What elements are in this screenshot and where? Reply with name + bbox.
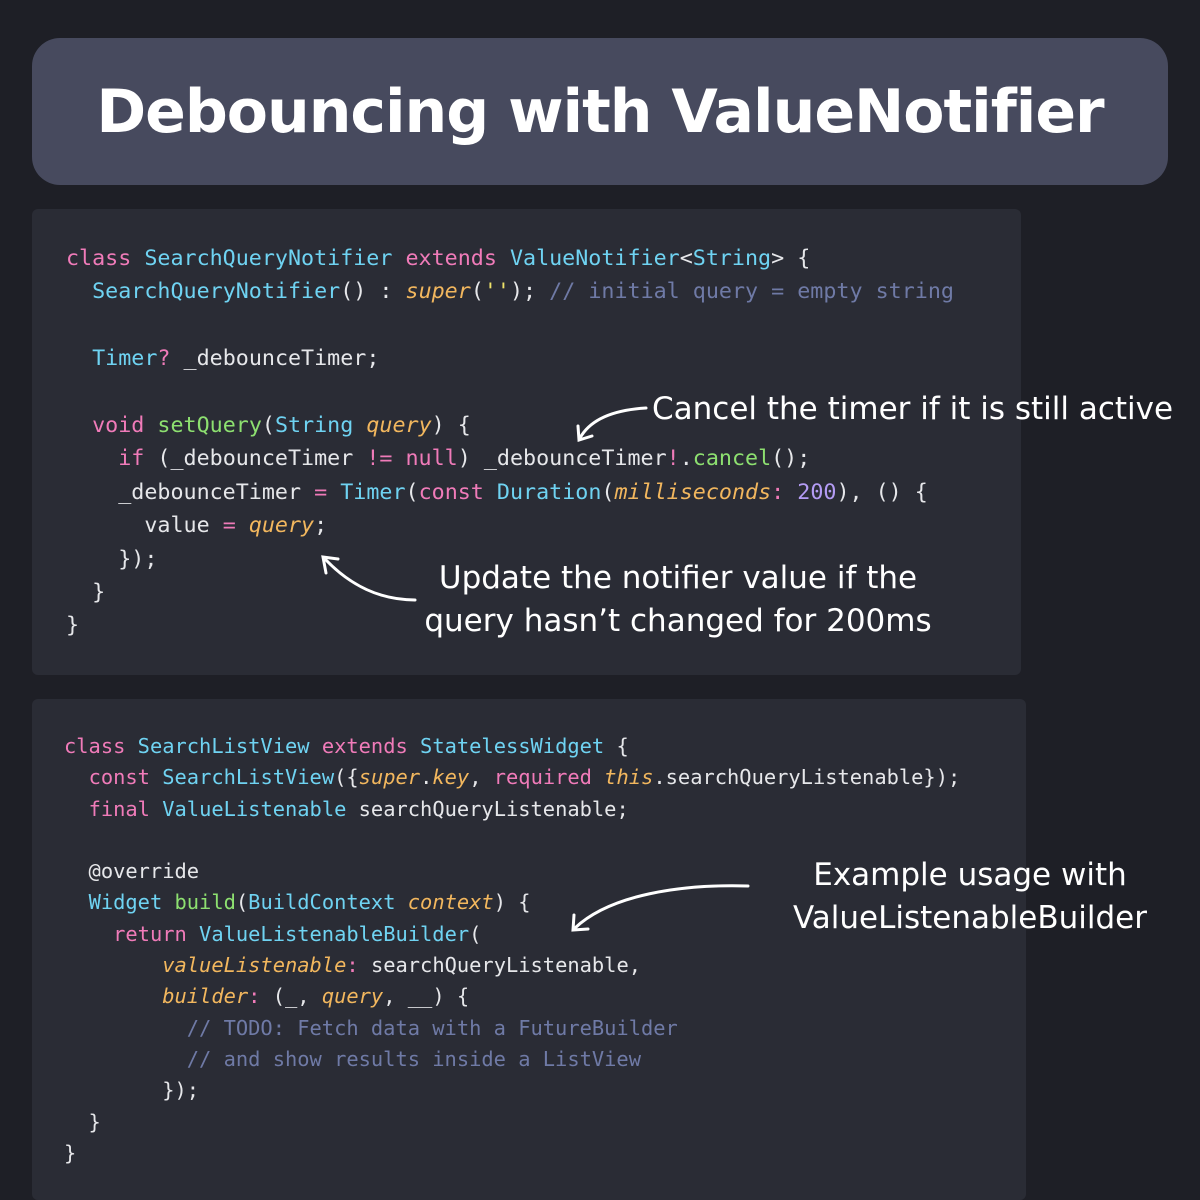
annotation-cancel-text: Cancel the timer if it is still active [652, 391, 1174, 427]
arrow-example-icon [573, 884, 750, 930]
annotation-cancel: Cancel the timer if it is still active [652, 388, 1173, 431]
annotation-update: Update the notifier value if the query h… [418, 557, 938, 643]
annotation-example-line-1: Example usage with [813, 857, 1127, 893]
annotation-example: Example usage with ValueListenableBuilde… [772, 854, 1168, 940]
arrow-update-icon [324, 558, 417, 602]
annotation-update-line-2: query hasn’t changed for 200ms [424, 603, 932, 639]
annotation-update-line-1: Update the notifier value if the [438, 560, 918, 596]
arrow-cancel-icon [578, 406, 648, 440]
annotation-example-line-2: ValueListenableBuilder [792, 900, 1148, 936]
